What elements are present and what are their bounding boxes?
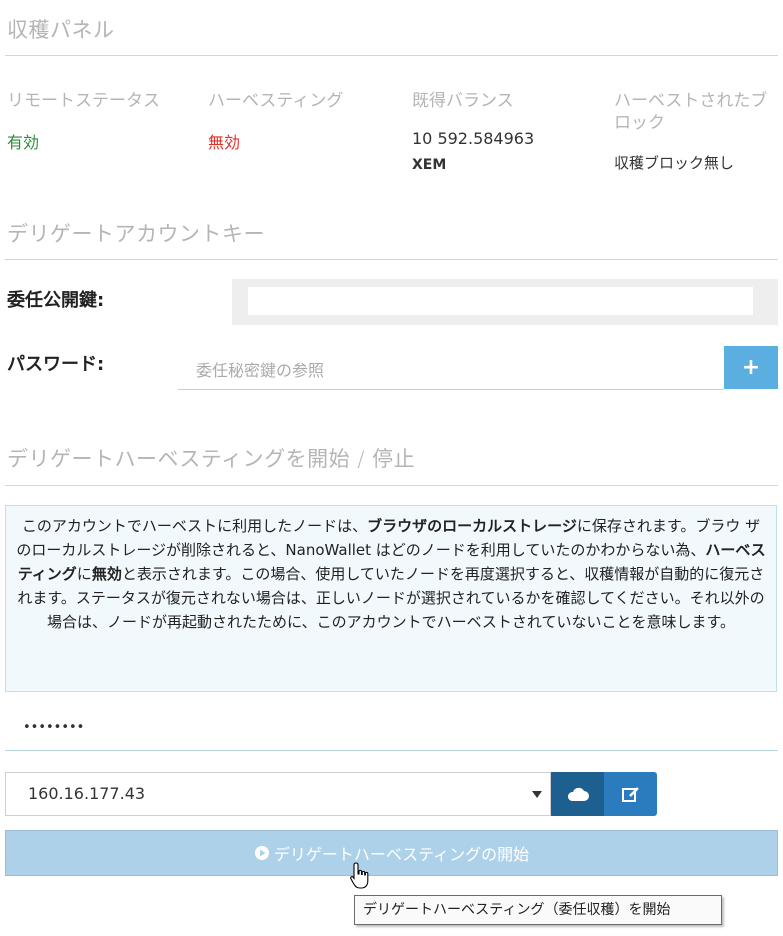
info-alert: このアカウントでハーベストに利用したノードは、ブラウザのローカルストレージに保存… <box>5 505 777 692</box>
harvested-blocks-value: 収穫ブロック無し <box>614 154 735 172</box>
info-text: に <box>76 565 92 583</box>
remote-status-label: リモートステータス <box>7 91 160 111</box>
remote-status-value: 有効 <box>7 133 40 152</box>
password-dots: •••••••• <box>23 720 85 735</box>
reveal-key-button[interactable]: + <box>724 346 778 389</box>
node-select-value: 160.16.177.43 <box>28 784 146 803</box>
vested-balance-unit: XEM <box>412 157 447 173</box>
wallet-password-input[interactable]: •••••••• <box>5 710 778 751</box>
harvest-section-title: デリゲートハーベスティングを開始 / 停止 <box>7 447 416 471</box>
harvesting-value: 無効 <box>208 133 241 152</box>
info-text-bold: ブラウザのローカルストレージ <box>367 517 577 535</box>
harvesting-label: ハーベスティング <box>208 91 344 111</box>
public-key-label: 委任公開鍵: <box>7 290 105 311</box>
divider <box>5 55 778 56</box>
info-text: このアカウントでハーベストに利用したノードは、 <box>21 517 368 535</box>
start-button-label: デリゲートハーベスティングの開始 <box>273 845 530 864</box>
edit-icon <box>621 787 639 802</box>
hand-cursor-icon <box>350 862 369 889</box>
divider <box>5 259 778 260</box>
vested-balance-label: 既得バランス <box>412 91 514 111</box>
password-placeholder: 委任秘密鍵の参照 <box>196 361 325 380</box>
vested-balance-value: 10 592.584963 <box>412 129 535 148</box>
info-text: と表示されます。この場合、使用していたノードを再度選択すると、収穫情報が自動的に… <box>17 565 765 631</box>
public-key-value <box>248 287 753 315</box>
panel-title: 収穫パネル <box>7 18 115 42</box>
harvested-blocks-label: ハーベストされたブロック <box>614 91 768 133</box>
delegate-section-title: デリゲートアカウントキー <box>7 222 265 246</box>
divider <box>5 485 778 486</box>
cloud-nodes-button[interactable] <box>551 772 604 816</box>
password-label: パスワード: <box>7 354 105 375</box>
plus-icon: + <box>741 355 761 380</box>
info-text-bold: 無効 <box>91 565 122 583</box>
caret-down-icon <box>532 791 542 798</box>
delegate-password-input[interactable]: 委任秘密鍵の参照 <box>178 346 724 390</box>
start-delegated-harvesting-button[interactable]: デリゲートハーベスティングの開始 <box>5 830 778 876</box>
cloud-icon <box>567 787 589 801</box>
public-key-field <box>232 279 778 325</box>
edit-node-button[interactable] <box>604 772 657 816</box>
node-select[interactable]: 160.16.177.43 <box>5 772 551 816</box>
play-circle-icon <box>254 846 269 860</box>
start-button-tooltip: デリゲートハーベスティング（委任収穫）を開始 <box>354 895 722 925</box>
